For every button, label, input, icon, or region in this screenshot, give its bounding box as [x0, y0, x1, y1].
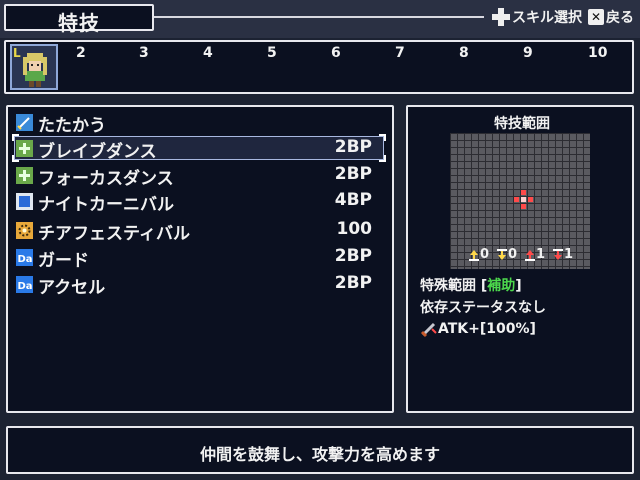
svg-text:Da: Da [18, 254, 33, 265]
hint-skill-select: スキル選択 [512, 10, 582, 26]
skill-name: ガード [38, 251, 89, 271]
skill-row-accel[interactable]: Da アクセル 2BP [12, 273, 376, 298]
sword-attack-icon [420, 322, 437, 338]
arrow-up-icon [525, 249, 535, 261]
svg-text:Da: Da [18, 281, 33, 292]
skill-cost: 2BP [334, 164, 372, 184]
special-range-label: 特殊範囲 [ [420, 278, 488, 294]
skill-name: アクセル [38, 278, 106, 298]
special-range-value: 補助 [487, 278, 516, 294]
da-icon: Da [16, 276, 33, 293]
party-slot-7[interactable]: 7 [395, 45, 405, 61]
skill-cost: 100 [336, 219, 373, 239]
dependency-line: 依存ステータスなし [420, 300, 546, 316]
party-slot-3[interactable]: 3 [139, 45, 149, 61]
modifier-down-1: 0 [496, 247, 517, 262]
burst-icon [16, 222, 33, 239]
title-underline [154, 16, 484, 18]
skill-row-cheer-festival[interactable]: チアフェスティバル 100 [12, 219, 376, 244]
title-box: 特技 [4, 4, 154, 35]
skill-row-brave-dance[interactable]: ブレイブダンス 2BP [12, 137, 376, 162]
da-icon: Da [16, 249, 33, 266]
range-cell [521, 190, 526, 195]
party-slot-6[interactable]: 6 [331, 45, 341, 61]
skill-name: たたかう [38, 116, 106, 136]
party-slot-4[interactable]: 4 [203, 45, 213, 61]
range-cell [514, 197, 519, 202]
modifier-value: 1 [536, 247, 546, 262]
dpad-icon [492, 8, 510, 26]
skill-row-attack[interactable]: たたかう [12, 111, 376, 136]
range-panel: 特技範囲 0 0 1 1 特殊範囲 [補助] 依存ステータスなし ATK+[10… [406, 105, 634, 413]
skill-cost: 2BP [334, 246, 372, 266]
skill-cost: 2BP [334, 137, 372, 157]
arrow-up-icon [469, 249, 479, 261]
arrow-down-icon [553, 248, 563, 260]
skill-cost: 2BP [334, 273, 372, 293]
skill-row-night-carnival[interactable]: ナイトカーニバル 4BP [12, 190, 376, 215]
party-bar: L 2 3 4 5 6 7 8 9 10 [4, 40, 634, 94]
range-cell [528, 197, 533, 202]
skill-name: チアフェスティバル [38, 224, 190, 244]
skill-row-focus-dance[interactable]: フォーカスダンス 2BP [12, 164, 376, 189]
party-slot-10[interactable]: 10 [588, 45, 607, 61]
party-slot-leader[interactable]: L [10, 44, 58, 90]
character-portrait-icon [23, 53, 47, 87]
effect-text: ATK+[100%] [438, 321, 536, 337]
skill-description: 仲間を鼓舞し、攻撃力を高めます [199, 445, 440, 464]
party-slot-8[interactable]: 8 [459, 45, 469, 61]
modifier-down-2: 1 [552, 247, 573, 262]
control-hints: スキル選択 ✕ 戻る [492, 7, 634, 27]
plus-icon [16, 167, 33, 184]
modifier-up-1: 0 [468, 247, 489, 262]
party-slot-5[interactable]: 5 [267, 45, 277, 61]
range-cell [521, 204, 526, 209]
modifier-value: 0 [480, 247, 490, 262]
skill-cost: 4BP [334, 190, 372, 210]
sword-icon [16, 114, 33, 131]
range-center-cell [521, 197, 526, 202]
modifier-value: 1 [564, 247, 574, 262]
hint-back[interactable]: 戻る [606, 7, 634, 27]
special-range-close: ] [515, 278, 522, 294]
modifier-value: 0 [508, 247, 518, 262]
page-title: 特技 [58, 11, 100, 35]
description-box: 仲間を鼓舞し、攻撃力を高めます [6, 426, 634, 474]
special-range-line: 特殊範囲 [補助] [420, 275, 522, 295]
range-title: 特技範囲 [494, 116, 550, 132]
square-icon [16, 193, 33, 210]
party-slot-9[interactable]: 9 [523, 45, 533, 61]
party-slot-2[interactable]: 2 [76, 45, 86, 61]
cancel-button-icon: ✕ [588, 9, 604, 25]
arrow-down-icon [497, 248, 507, 260]
skill-name: フォーカスダンス [38, 169, 174, 189]
modifier-up-2: 1 [524, 247, 545, 262]
skill-row-guard[interactable]: Da ガード 2BP [12, 246, 376, 271]
skill-name: ナイトカーニバル [38, 195, 174, 215]
skill-name: ブレイブダンス [38, 142, 157, 162]
plus-icon [16, 140, 33, 157]
effect-line: ATK+[100%] [420, 320, 536, 338]
